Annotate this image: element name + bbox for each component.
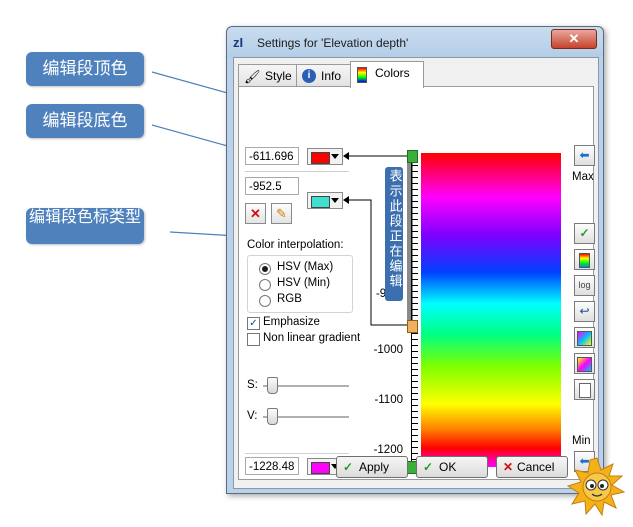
arrow-left-icon: ⬅ bbox=[579, 148, 590, 162]
depth-ruler bbox=[411, 153, 418, 467]
check-icon: ✓ bbox=[343, 460, 354, 474]
tab-style-label: Style bbox=[265, 69, 292, 83]
palette-icon bbox=[579, 253, 590, 268]
tab-colors[interactable]: Colors bbox=[350, 61, 424, 88]
min-label: Min bbox=[572, 435, 591, 447]
apply-button[interactable]: ✓ Apply bbox=[336, 456, 408, 478]
log-icon: log bbox=[578, 280, 591, 290]
color-import-button[interactable] bbox=[574, 327, 595, 348]
tab-colors-label: Colors bbox=[375, 66, 410, 80]
apply-label: Apply bbox=[359, 460, 390, 474]
cancel-button[interactable]: ✕ Cancel bbox=[496, 456, 568, 478]
check-icon: ✓ bbox=[423, 460, 434, 474]
tab-info-label: Info bbox=[321, 69, 342, 83]
page-icon bbox=[578, 383, 591, 398]
check-icon: ✓ bbox=[579, 226, 590, 240]
colors-icon bbox=[357, 67, 367, 83]
window-title: Settings for 'Elevation depth' bbox=[257, 36, 409, 50]
segment-handle[interactable] bbox=[407, 320, 418, 333]
tick-label: -1000 bbox=[373, 344, 403, 356]
settings-window: zI Settings for 'Elevation depth' ✕ 🖌 St… bbox=[226, 26, 604, 494]
tab-info[interactable]: i Info bbox=[296, 64, 352, 87]
editing-note-text: 表示此段正在编辑 bbox=[386, 169, 402, 289]
top-handle[interactable] bbox=[407, 150, 418, 163]
tick-label: -1100 bbox=[374, 394, 403, 406]
palette-button[interactable] bbox=[574, 249, 595, 270]
sun-mascot-icon bbox=[566, 457, 626, 517]
dialog-client: 🖌 Style i Info Colors -611.696 -952.5 ✕ … bbox=[233, 57, 599, 489]
editing-note: 表示此段正在编辑 bbox=[385, 167, 403, 301]
color-import-icon bbox=[577, 331, 592, 346]
close-button[interactable]: ✕ bbox=[551, 29, 597, 49]
log-scale-button[interactable]: log bbox=[574, 275, 595, 296]
return-icon: ↩ bbox=[579, 304, 590, 318]
color-export-button[interactable] bbox=[574, 353, 595, 374]
title-bar[interactable]: zI Settings for 'Elevation depth' ✕ bbox=[227, 27, 603, 57]
cancel-label: Cancel bbox=[517, 460, 555, 474]
ok-label: OK bbox=[439, 460, 457, 474]
return-button[interactable]: ↩ bbox=[574, 301, 595, 322]
apply-colors-button[interactable]: ✓ bbox=[574, 223, 595, 244]
max-label: Max bbox=[572, 171, 594, 183]
new-page-button[interactable] bbox=[574, 379, 595, 400]
app-icon: zI bbox=[233, 35, 244, 50]
tab-style[interactable]: 🖌 Style bbox=[238, 64, 298, 87]
top-marker-arrow bbox=[343, 152, 349, 160]
tick-label: -1200 bbox=[373, 444, 403, 456]
color-export-icon bbox=[577, 357, 592, 372]
color-gradient-bar[interactable] bbox=[421, 153, 561, 467]
bottom-marker-arrow bbox=[343, 196, 349, 204]
set-max-button[interactable]: ⬅ bbox=[574, 145, 595, 166]
cancel-icon: ✕ bbox=[503, 460, 514, 474]
colors-panel: -611.696 -952.5 ✕ ✎ Color interpolation:… bbox=[238, 86, 595, 480]
ok-button[interactable]: ✓ OK bbox=[416, 456, 488, 478]
brush-icon: 🖌 bbox=[244, 69, 261, 84]
info-icon: i bbox=[302, 69, 316, 83]
